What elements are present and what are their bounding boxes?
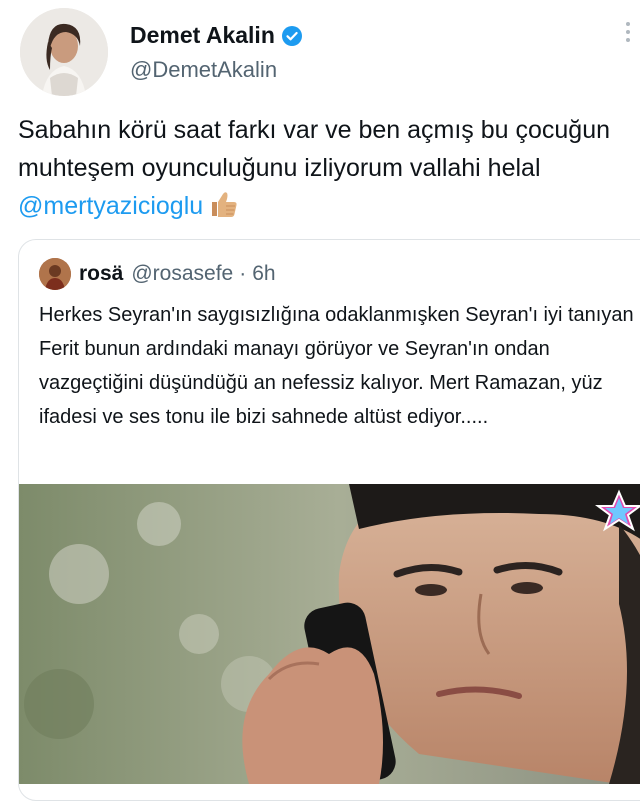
quoted-handle[interactable]: @rosasefe [131,262,233,286]
quoted-time[interactable]: 6h [252,262,275,286]
verified-badge-icon [281,25,303,47]
quoted-header: rosä @rosasefe · 6h [39,258,276,290]
more-options-icon[interactable] [626,22,632,42]
thumbs-up-icon [209,190,239,229]
quoted-text: Herkes Seyran'ın saygısızlığına odaklanm… [39,304,634,428]
quoted-separator: · [239,262,247,285]
author-name-row: Demet Akalin [130,22,303,49]
mention-link[interactable]: @mertyazicioglu [18,192,203,220]
author-handle[interactable]: @DemetAkalin [130,57,277,83]
author-name[interactable]: Demet Akalin [130,22,275,49]
quoted-tweet-card[interactable]: rosä @rosasefe · 6h Herkes Seyran'ın say… [18,239,640,801]
tweet-text: Sabahın körü saat farkı var ve ben açmış… [18,111,638,229]
quoted-avatar[interactable] [39,258,71,290]
quoted-name[interactable]: rosä [79,262,123,286]
tweet-body: Sabahın körü saat farkı var ve ben açmış… [18,116,611,182]
author-avatar[interactable] [20,8,108,96]
quoted-media-image[interactable] [19,484,640,784]
